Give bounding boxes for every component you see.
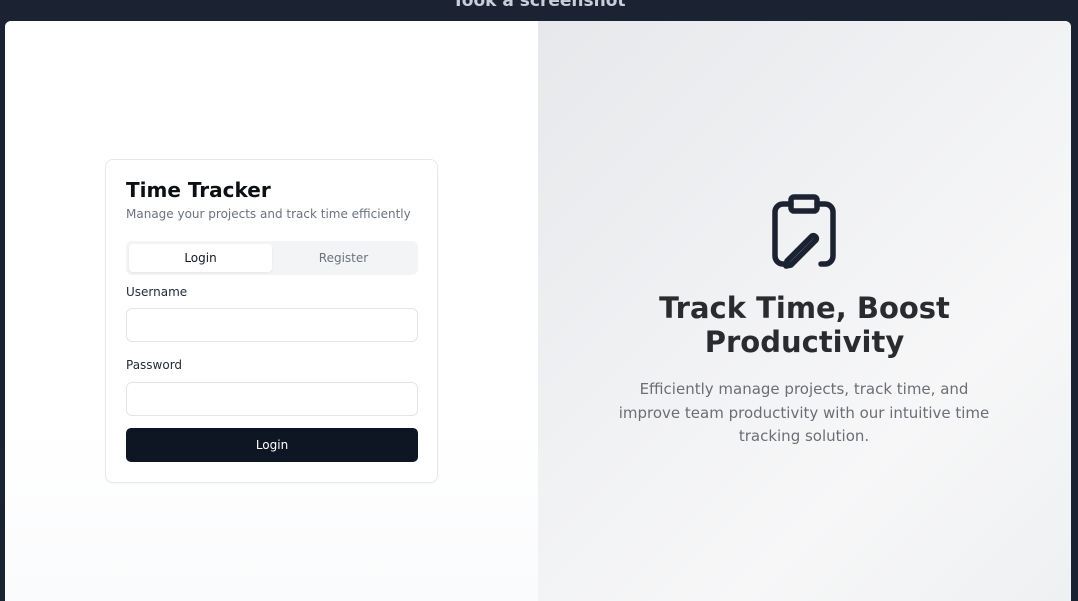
hero-title-line-1: Track Time, Boost	[659, 291, 950, 325]
password-label: Password	[126, 358, 183, 372]
app-window: Time Tracker Manage your projects and tr…	[5, 21, 1071, 601]
hero-panel: Track Time, Boost Productivity Efficient…	[538, 21, 1071, 601]
login-button[interactable]: Login	[126, 428, 418, 462]
card-title: Time Tracker	[126, 178, 271, 202]
clipboard-edit-icon	[772, 194, 836, 269]
hero-title-line-2: Productivity	[704, 325, 905, 359]
password-input[interactable]	[126, 382, 418, 416]
username-label: Username	[126, 285, 188, 299]
username-input[interactable]	[126, 308, 418, 342]
card-subtitle: Manage your projects and track time effi…	[126, 207, 411, 221]
hero-description: Efficiently manage projects, track time,…	[618, 380, 990, 445]
screenshot-caption: Took a screenshot	[452, 0, 626, 11]
login-card: Time Tracker Manage your projects and tr…	[105, 159, 438, 483]
hero-title: Track Time, Boost Productivity	[538, 291, 1071, 359]
tab-login[interactable]: Login	[129, 244, 272, 272]
auth-tabs: Login Register	[126, 241, 418, 275]
tab-register[interactable]: Register	[272, 244, 415, 272]
auth-panel: Time Tracker Manage your projects and tr…	[5, 21, 538, 601]
